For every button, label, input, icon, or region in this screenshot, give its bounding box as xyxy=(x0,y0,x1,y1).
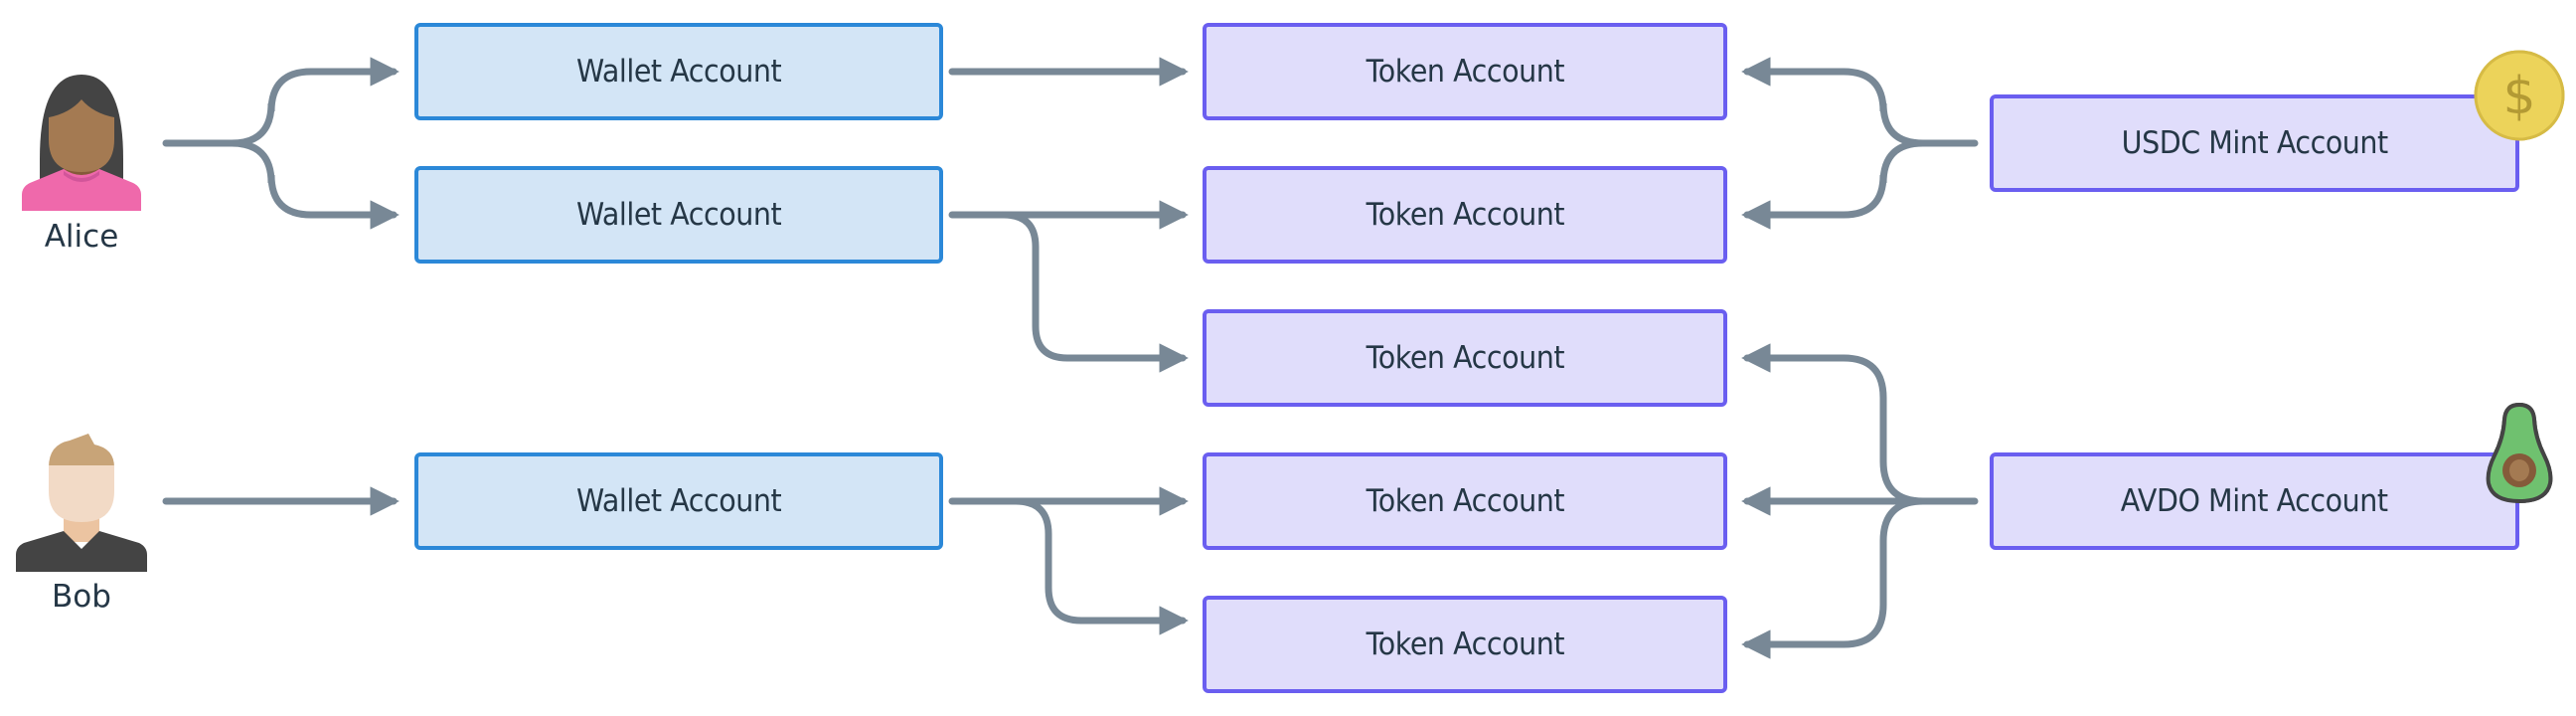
avdo-mint-account-node[interactable]: AVDO Mint Account xyxy=(1990,452,2519,550)
wallet-account-node[interactable]: Wallet Account xyxy=(414,166,943,264)
node-label: Wallet Account xyxy=(575,483,782,519)
token-account-node[interactable]: Token Account xyxy=(1203,23,1727,120)
token-account-node[interactable]: Token Account xyxy=(1203,596,1727,693)
usdc-mint-account-node[interactable]: USDC Mint Account xyxy=(1990,94,2519,192)
edge-alice-w1 xyxy=(162,57,400,147)
edge-avdo-t5 xyxy=(1741,497,1927,659)
node-label: Token Account xyxy=(1366,483,1564,519)
node-label: Token Account xyxy=(1366,197,1564,233)
wallet-account-node[interactable]: Wallet Account xyxy=(414,452,943,550)
wallet-account-node[interactable]: Wallet Account xyxy=(414,23,943,120)
node-label: Token Account xyxy=(1366,340,1564,376)
edge-usdc-t1 xyxy=(1741,57,1979,147)
edge-alice-w2 xyxy=(228,139,400,230)
node-label: Token Account xyxy=(1366,54,1564,90)
token-account-node[interactable]: Token Account xyxy=(1203,309,1727,407)
actor-label-alice: Alice xyxy=(44,219,119,255)
node-label: Wallet Account xyxy=(575,197,782,233)
edge-w2-t3 xyxy=(1000,211,1189,373)
token-account-node[interactable]: Token Account xyxy=(1203,452,1727,550)
edge-avdo-t3 xyxy=(1741,343,1927,505)
alice-avatar-icon xyxy=(22,75,141,211)
bob-avatar-icon xyxy=(16,434,147,572)
node-label: Wallet Account xyxy=(575,54,782,90)
node-label: AVDO Mint Account xyxy=(2121,483,2388,519)
edge-usdc-t2 xyxy=(1741,139,1927,230)
actor-label-bob: Bob xyxy=(52,579,111,615)
node-label: USDC Mint Account xyxy=(2121,125,2388,161)
node-label: Token Account xyxy=(1366,626,1564,662)
token-account-node[interactable]: Token Account xyxy=(1203,166,1727,264)
edge-w3-t5 xyxy=(1012,497,1189,635)
